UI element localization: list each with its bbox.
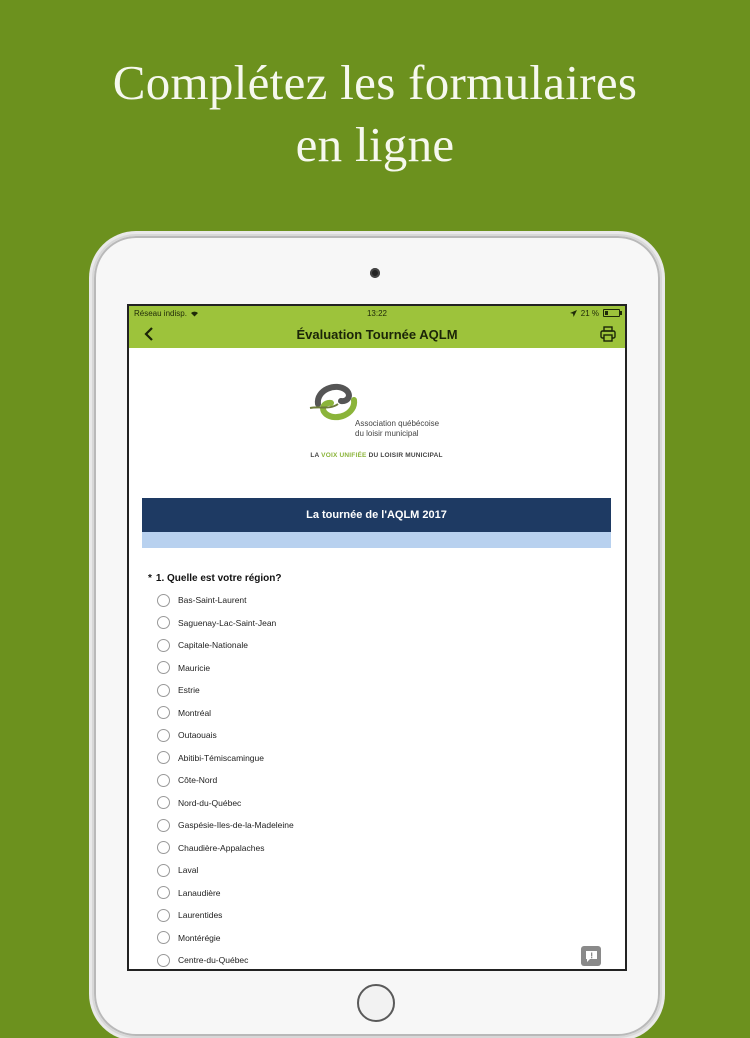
logo-tagline: LA VOIX UNIFIÉE DU LOISIR MUNICIPAL	[142, 452, 611, 459]
region-option-label: Montréal	[178, 707, 212, 718]
region-option[interactable]: Bas-Saint-Laurent	[142, 589, 611, 612]
radio-button[interactable]	[157, 796, 170, 810]
tagline-highlight: VOIX UNIFIÉE	[321, 452, 367, 459]
region-option[interactable]: Capitale-Nationale	[142, 634, 611, 657]
aqlm-logo-mark	[309, 383, 358, 421]
printer-icon	[600, 326, 616, 342]
region-option-label: Laval	[178, 865, 199, 876]
status-right: 21 %	[569, 308, 622, 318]
form-content: Association québécoise du loisir municip…	[142, 348, 611, 969]
region-option[interactable]: Nord-du-Québec	[142, 792, 611, 815]
region-option[interactable]: Mauricie	[142, 657, 611, 680]
region-option-label: Laurentides	[178, 910, 223, 921]
radio-button[interactable]	[157, 728, 170, 742]
radio-button[interactable]	[157, 683, 170, 697]
region-option[interactable]: Chaudière-Appalaches	[142, 837, 611, 860]
logo-name-line-2: du loisir municipal	[355, 429, 419, 438]
camera-icon	[370, 268, 380, 278]
region-option[interactable]: Montérégie	[142, 927, 611, 950]
region-option-label: Centre-du-Québec	[178, 955, 249, 966]
question-1: * 1. Quelle est votre région?	[142, 573, 611, 584]
feedback-button[interactable]	[581, 946, 601, 966]
radio-button[interactable]	[157, 863, 170, 877]
region-option[interactable]: Gaspésie-Iles-de-la-Madeleine	[142, 814, 611, 837]
radio-button[interactable]	[157, 953, 170, 967]
region-option-label: Chaudière-Appalaches	[178, 842, 265, 853]
tagline-suffix: DU LOISIR MUNICIPAL	[366, 452, 443, 459]
banner-title: La tournée de l'AQLM 2017	[306, 509, 447, 521]
chevron-left-icon	[144, 327, 153, 341]
region-option[interactable]: Saguenay-Lac-Saint-Jean	[142, 612, 611, 635]
radio-button[interactable]	[157, 841, 170, 855]
region-option-label: Côte-Nord	[178, 775, 218, 786]
region-option-label: Estrie	[178, 685, 200, 696]
feedback-icon	[585, 950, 597, 962]
promo-headline: Complétez les formulaires en ligne	[0, 52, 750, 176]
status-time: 13:22	[366, 308, 388, 318]
radio-button[interactable]	[157, 908, 170, 922]
back-button[interactable]	[139, 324, 159, 344]
region-options: Bas-Saint-Laurent Saguenay-Lac-Saint-Jean…	[142, 589, 611, 969]
region-option-label: Bas-Saint-Laurent	[178, 595, 247, 606]
print-button[interactable]	[599, 325, 617, 343]
form-banner: La tournée de l'AQLM 2017	[142, 498, 611, 532]
tablet-screen: Réseau indisp. 13:22 21 % Évaluation Tou…	[127, 304, 627, 971]
region-option-label: Montérégie	[178, 932, 221, 943]
required-mark: *	[148, 573, 152, 584]
network-status: Réseau indisp.	[134, 308, 187, 318]
radio-button[interactable]	[157, 886, 170, 900]
radio-button[interactable]	[157, 661, 170, 675]
battery-percent: 21 %	[580, 308, 599, 318]
region-option-label: Mauricie	[178, 662, 211, 673]
radio-button[interactable]	[157, 706, 170, 720]
tagline-prefix: LA	[310, 452, 322, 459]
region-option-label: Outaouais	[178, 730, 217, 741]
region-option[interactable]: Estrie	[142, 679, 611, 702]
region-option[interactable]: Côte-Nord	[142, 769, 611, 792]
region-option[interactable]: Centre-du-Québec	[142, 949, 611, 969]
page-title: Évaluation Tournée AQLM	[296, 326, 458, 342]
nav-bar: Évaluation Tournée AQLM	[129, 320, 625, 348]
radio-button[interactable]	[157, 773, 170, 787]
status-bar: Réseau indisp. 13:22 21 %	[129, 306, 625, 320]
logo-name-line-1: Association québécoise	[355, 419, 440, 428]
home-button[interactable]	[357, 984, 395, 1022]
location-arrow-icon	[569, 309, 577, 317]
region-option[interactable]: Abitibi-Témiscamingue	[142, 747, 611, 770]
radio-button[interactable]	[157, 616, 170, 630]
region-option-label: Capitale-Nationale	[178, 640, 248, 651]
banner-strip	[142, 532, 611, 548]
aqlm-logo: Association québécoise du loisir municip…	[142, 348, 611, 498]
radio-button[interactable]	[157, 818, 170, 832]
region-option[interactable]: Outaouais	[142, 724, 611, 747]
radio-button[interactable]	[157, 931, 170, 945]
region-option-label: Saguenay-Lac-Saint-Jean	[178, 617, 277, 628]
region-option[interactable]: Laval	[142, 859, 611, 882]
question-text: 1. Quelle est votre région?	[155, 573, 282, 584]
radio-button[interactable]	[157, 751, 170, 765]
region-option-label: Abitibi-Témiscamingue	[178, 752, 264, 763]
battery-fill	[605, 311, 608, 315]
region-option-label: Gaspésie-Iles-de-la-Madeleine	[178, 820, 294, 831]
wifi-icon	[190, 311, 198, 316]
tablet-device: Réseau indisp. 13:22 21 % Évaluation Tou…	[92, 234, 662, 1038]
radio-button[interactable]	[157, 638, 170, 652]
battery-icon	[603, 309, 622, 317]
region-option-label: Lanaudière	[178, 887, 221, 898]
headline-line-2: en ligne	[295, 117, 455, 172]
region-option-label: Nord-du-Québec	[178, 797, 242, 808]
region-option[interactable]: Laurentides	[142, 904, 611, 927]
region-option[interactable]: Montréal	[142, 702, 611, 725]
logo-org-name: Association québécoise du loisir municip…	[355, 419, 439, 439]
status-left: Réseau indisp.	[134, 309, 199, 318]
radio-button[interactable]	[157, 593, 170, 607]
headline-line-1: Complétez les formulaires	[112, 55, 638, 110]
region-option[interactable]: Lanaudière	[142, 882, 611, 905]
